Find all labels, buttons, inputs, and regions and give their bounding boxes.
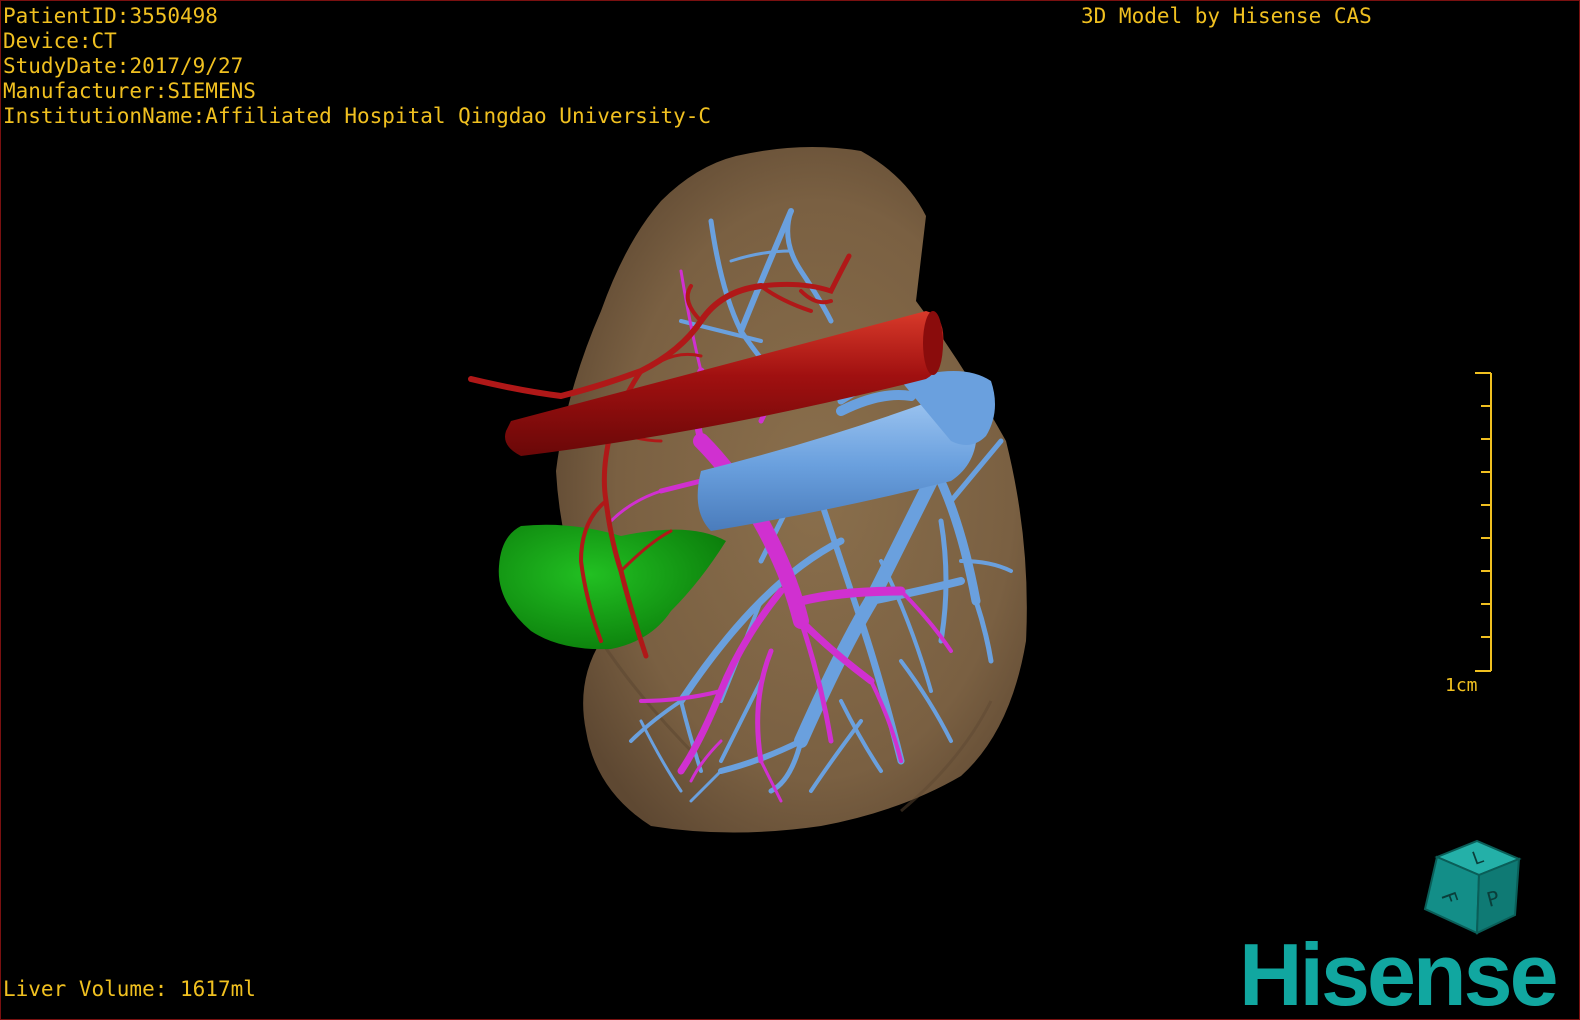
liver-3d-model[interactable] xyxy=(1,1,1580,1020)
institution-label: InstitutionName: xyxy=(3,104,206,128)
orientation-cube-icon[interactable]: L F P xyxy=(1415,835,1525,939)
institution-value: Affiliated Hospital Qingdao University-C xyxy=(205,104,712,128)
device-value: CT xyxy=(91,29,117,53)
study-date-label: StudyDate: xyxy=(3,54,130,78)
manufacturer-value: SIEMENS xyxy=(167,79,256,103)
patient-id-label: PatientID: xyxy=(3,4,130,28)
manufacturer-line: Manufacturer:SIEMENS xyxy=(3,79,256,104)
device-label: Device: xyxy=(3,29,92,53)
study-date-value: 2017/9/27 xyxy=(129,54,244,78)
scale-bar-label: 1cm xyxy=(1445,675,1478,696)
device-line: Device:CT xyxy=(3,29,117,54)
scale-bar-icon xyxy=(1475,372,1492,672)
hisense-logo: Hisense xyxy=(1239,925,1559,1020)
liver-volume-label: Liver Volume: xyxy=(3,977,181,1001)
manufacturer-label: Manufacturer: xyxy=(3,79,168,103)
patient-id-line: PatientID:3550498 xyxy=(3,4,218,29)
liver-volume-value: 1617ml xyxy=(180,977,256,1001)
model-title: 3D Model by Hisense CAS xyxy=(1081,4,1372,28)
liver-volume-readout: Liver Volume: 1617ml xyxy=(3,977,256,1002)
patient-id-value: 3550498 xyxy=(129,4,218,28)
3d-viewport[interactable]: PatientID:3550498 Device:CT StudyDate:20… xyxy=(0,0,1580,1020)
institution-line: InstitutionName:Affiliated Hospital Qing… xyxy=(3,104,711,129)
study-date-line: StudyDate:2017/9/27 xyxy=(3,54,243,79)
